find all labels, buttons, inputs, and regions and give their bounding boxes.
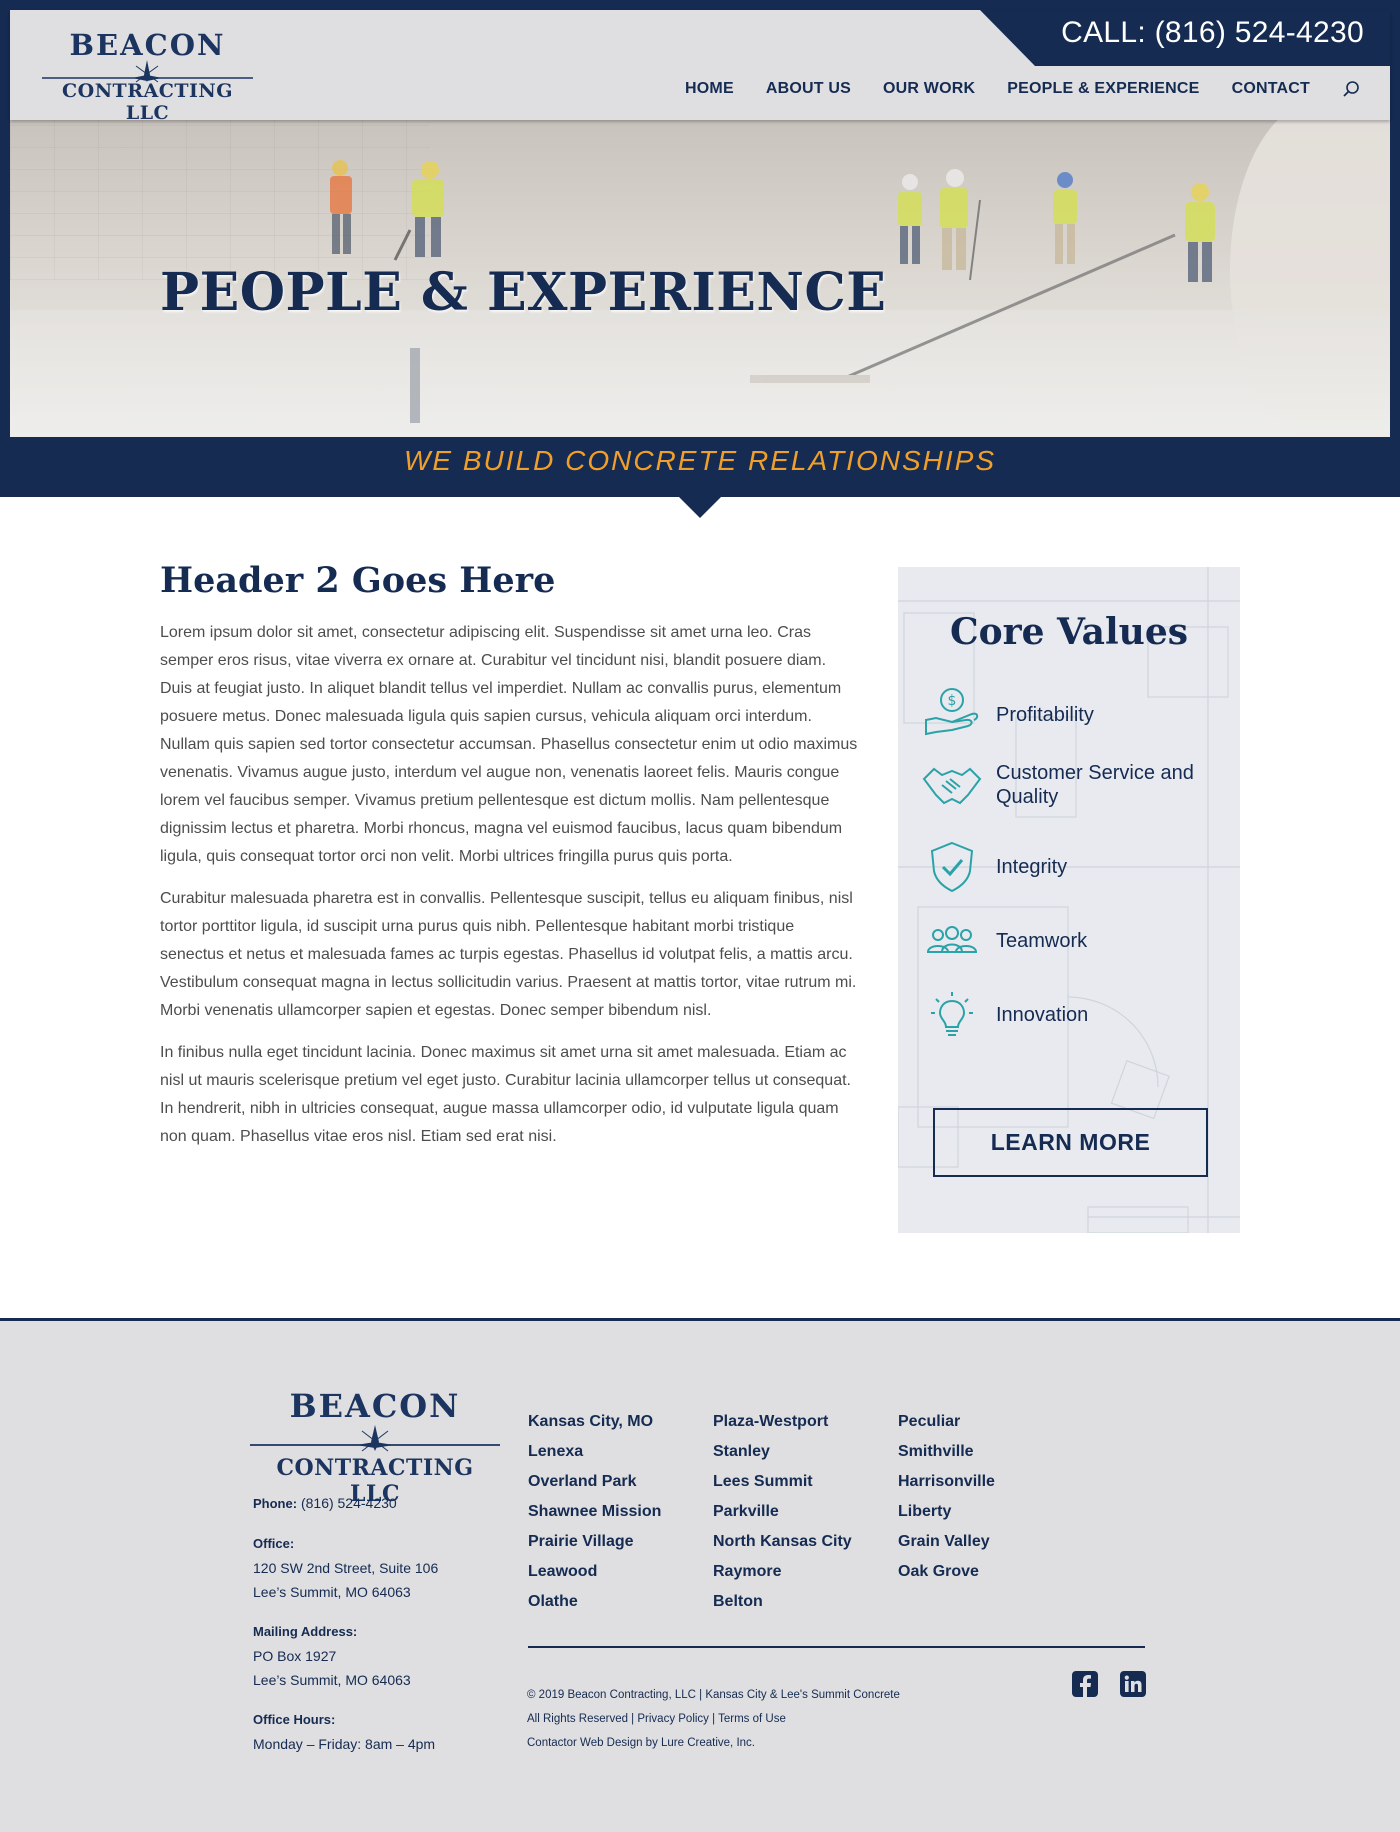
- shield-check-icon: [922, 837, 982, 897]
- copyright-text: © 2019 Beacon Contracting, LLC | Kansas …: [527, 1689, 900, 1701]
- service-area-link[interactable]: Harrisonville: [898, 1467, 1083, 1497]
- phone-label: Phone:: [253, 1496, 298, 1511]
- footer-phone[interactable]: (816) 524-4230: [301, 1495, 397, 1511]
- page-heading: Header 2 Goes Here: [160, 560, 556, 601]
- service-area-link[interactable]: Belton: [713, 1587, 898, 1617]
- social-links: [1072, 1671, 1146, 1697]
- tagline: WE BUILD CONCRETE RELATIONSHIPS: [403, 445, 996, 476]
- mailing-address-line2: Lee’s Summit, MO 64063: [253, 1672, 411, 1688]
- service-area-column-3: Peculiar Smithville Harrisonville Libert…: [898, 1407, 1083, 1617]
- core-value-label: Profitability: [996, 704, 1094, 726]
- service-area-link[interactable]: Grain Valley: [898, 1527, 1083, 1557]
- money-hand-icon: $: [922, 685, 982, 745]
- footer-divider: [528, 1646, 1145, 1648]
- office-hours: Monday – Friday: 8am – 4pm: [253, 1736, 436, 1752]
- learn-more-button[interactable]: LEARN MORE: [933, 1108, 1208, 1177]
- service-area-column-1: Kansas City, MO Lenexa Overland Park Sha…: [528, 1407, 713, 1617]
- facebook-icon[interactable]: [1072, 1671, 1098, 1697]
- service-area-link[interactable]: Shawnee Mission: [528, 1497, 713, 1527]
- mailing-label: Mailing Address:: [253, 1624, 358, 1639]
- service-area-link[interactable]: North Kansas City: [713, 1527, 898, 1557]
- design-credit[interactable]: Contactor Web Design by Lure Creative, I…: [527, 1731, 900, 1755]
- core-value-label: Teamwork: [996, 930, 1088, 952]
- service-area-link[interactable]: Stanley: [713, 1437, 898, 1467]
- mailing-address-line1: PO Box 1927: [253, 1648, 337, 1664]
- core-value-innovation: Innovation: [922, 985, 1206, 1045]
- service-area-link[interactable]: Overland Park: [528, 1467, 713, 1497]
- call-tab: CALL: (816) 524-4230: [980, 10, 1390, 66]
- nav-contact[interactable]: CONTACT: [1232, 80, 1310, 98]
- service-area-link[interactable]: Parkville: [713, 1497, 898, 1527]
- nav-about-us[interactable]: ABOUT US: [766, 80, 851, 98]
- hours-label: Office Hours:: [253, 1712, 336, 1727]
- footer-logo[interactable]: BEACON CONTRACTING LLC: [250, 1383, 500, 1507]
- service-area-link[interactable]: Olathe: [528, 1587, 713, 1617]
- main-nav: HOME ABOUT US OUR WORK PEOPLE & EXPERIEN…: [685, 80, 1360, 98]
- footer-logo-wordmark-top: BEACON: [289, 1387, 461, 1425]
- core-value-label: Integrity: [996, 856, 1068, 878]
- hero-banner: PEOPLE & EXPERIENCE: [10, 120, 1390, 437]
- site-header: BEACON CONTRACTING LLC CALL: (816) 524-4…: [10, 10, 1390, 124]
- footer-contact-info: Phone: (816) 524-4230 Office: 120 SW 2nd…: [253, 1491, 493, 1771]
- office-address-line1: 120 SW 2nd Street, Suite 106: [253, 1560, 439, 1576]
- core-value-customer-service: Customer Service and Quality: [922, 755, 1206, 815]
- core-value-label: Innovation: [996, 1004, 1089, 1026]
- core-value-integrity: Integrity: [922, 837, 1206, 897]
- phone-call-link[interactable]: CALL: (816) 524-4230: [1061, 16, 1364, 50]
- service-area-link[interactable]: Prairie Village: [528, 1527, 713, 1557]
- service-area-link[interactable]: Lees Summit: [713, 1467, 898, 1497]
- tagline-notch: [679, 497, 721, 518]
- logo-wordmark-bottom: CONTRACTING LLC: [62, 80, 233, 124]
- team-icon: [922, 911, 982, 971]
- body-paragraph-3: In finibus nulla eget tincidunt lacinia.…: [160, 1044, 851, 1145]
- nav-home[interactable]: HOME: [685, 80, 734, 98]
- office-label: Office:: [253, 1536, 295, 1551]
- service-area-link[interactable]: Liberty: [898, 1497, 1083, 1527]
- linkedin-icon[interactable]: [1120, 1671, 1146, 1697]
- core-values-panel: Core Values $ Profitability Customer Ser…: [898, 567, 1240, 1233]
- service-areas: Kansas City, MO Lenexa Overland Park Sha…: [528, 1407, 1083, 1617]
- lightbulb-icon: [922, 985, 982, 1045]
- service-area-link[interactable]: Kansas City, MO: [528, 1407, 713, 1437]
- hero-title: PEOPLE & EXPERIENCE: [160, 262, 887, 323]
- core-value-label: Customer Service and Quality: [996, 762, 1194, 808]
- service-area-link[interactable]: Plaza-Westport: [713, 1407, 898, 1437]
- service-area-link[interactable]: Lenexa: [528, 1437, 713, 1467]
- office-address-line2: Lee’s Summit, MO 64063: [253, 1584, 411, 1600]
- logo[interactable]: BEACON CONTRACTING LLC: [40, 20, 255, 124]
- service-area-column-2: Plaza-Westport Stanley Lees Summit Parkv…: [713, 1407, 898, 1617]
- footer-legal: © 2019 Beacon Contracting, LLC | Kansas …: [527, 1683, 900, 1755]
- logo-wordmark-top: BEACON: [69, 28, 226, 62]
- core-value-teamwork: Teamwork: [922, 911, 1206, 971]
- service-area-link[interactable]: Oak Grove: [898, 1557, 1083, 1587]
- body-paragraph-2: Curabitur malesuada pharetra est in conv…: [160, 890, 857, 1019]
- handshake-icon: [922, 755, 982, 815]
- footer-logo-star-icon: [250, 1425, 500, 1452]
- site-footer: BEACON CONTRACTING LLC Phone: (816) 524-…: [0, 1318, 1400, 1832]
- service-area-link[interactable]: Raymore: [713, 1557, 898, 1587]
- body-paragraph-1: Lorem ipsum dolor sit amet, consectetur …: [160, 624, 858, 865]
- service-area-link[interactable]: Leawood: [528, 1557, 713, 1587]
- core-values-title: Core Values: [949, 611, 1189, 653]
- service-area-link[interactable]: Peculiar: [898, 1407, 1083, 1437]
- search-icon[interactable]: [1342, 80, 1360, 98]
- main-content: Header 2 Goes Here Lorem ipsum dolor sit…: [160, 560, 860, 1165]
- nav-people-experience[interactable]: PEOPLE & EXPERIENCE: [1007, 80, 1199, 98]
- service-area-link[interactable]: Smithville: [898, 1437, 1083, 1467]
- core-value-profitability: $ Profitability: [922, 685, 1206, 745]
- nav-our-work[interactable]: OUR WORK: [883, 80, 975, 98]
- svg-text:$: $: [948, 693, 957, 709]
- legal-links[interactable]: All Rights Reserved | Privacy Policy | T…: [527, 1707, 900, 1731]
